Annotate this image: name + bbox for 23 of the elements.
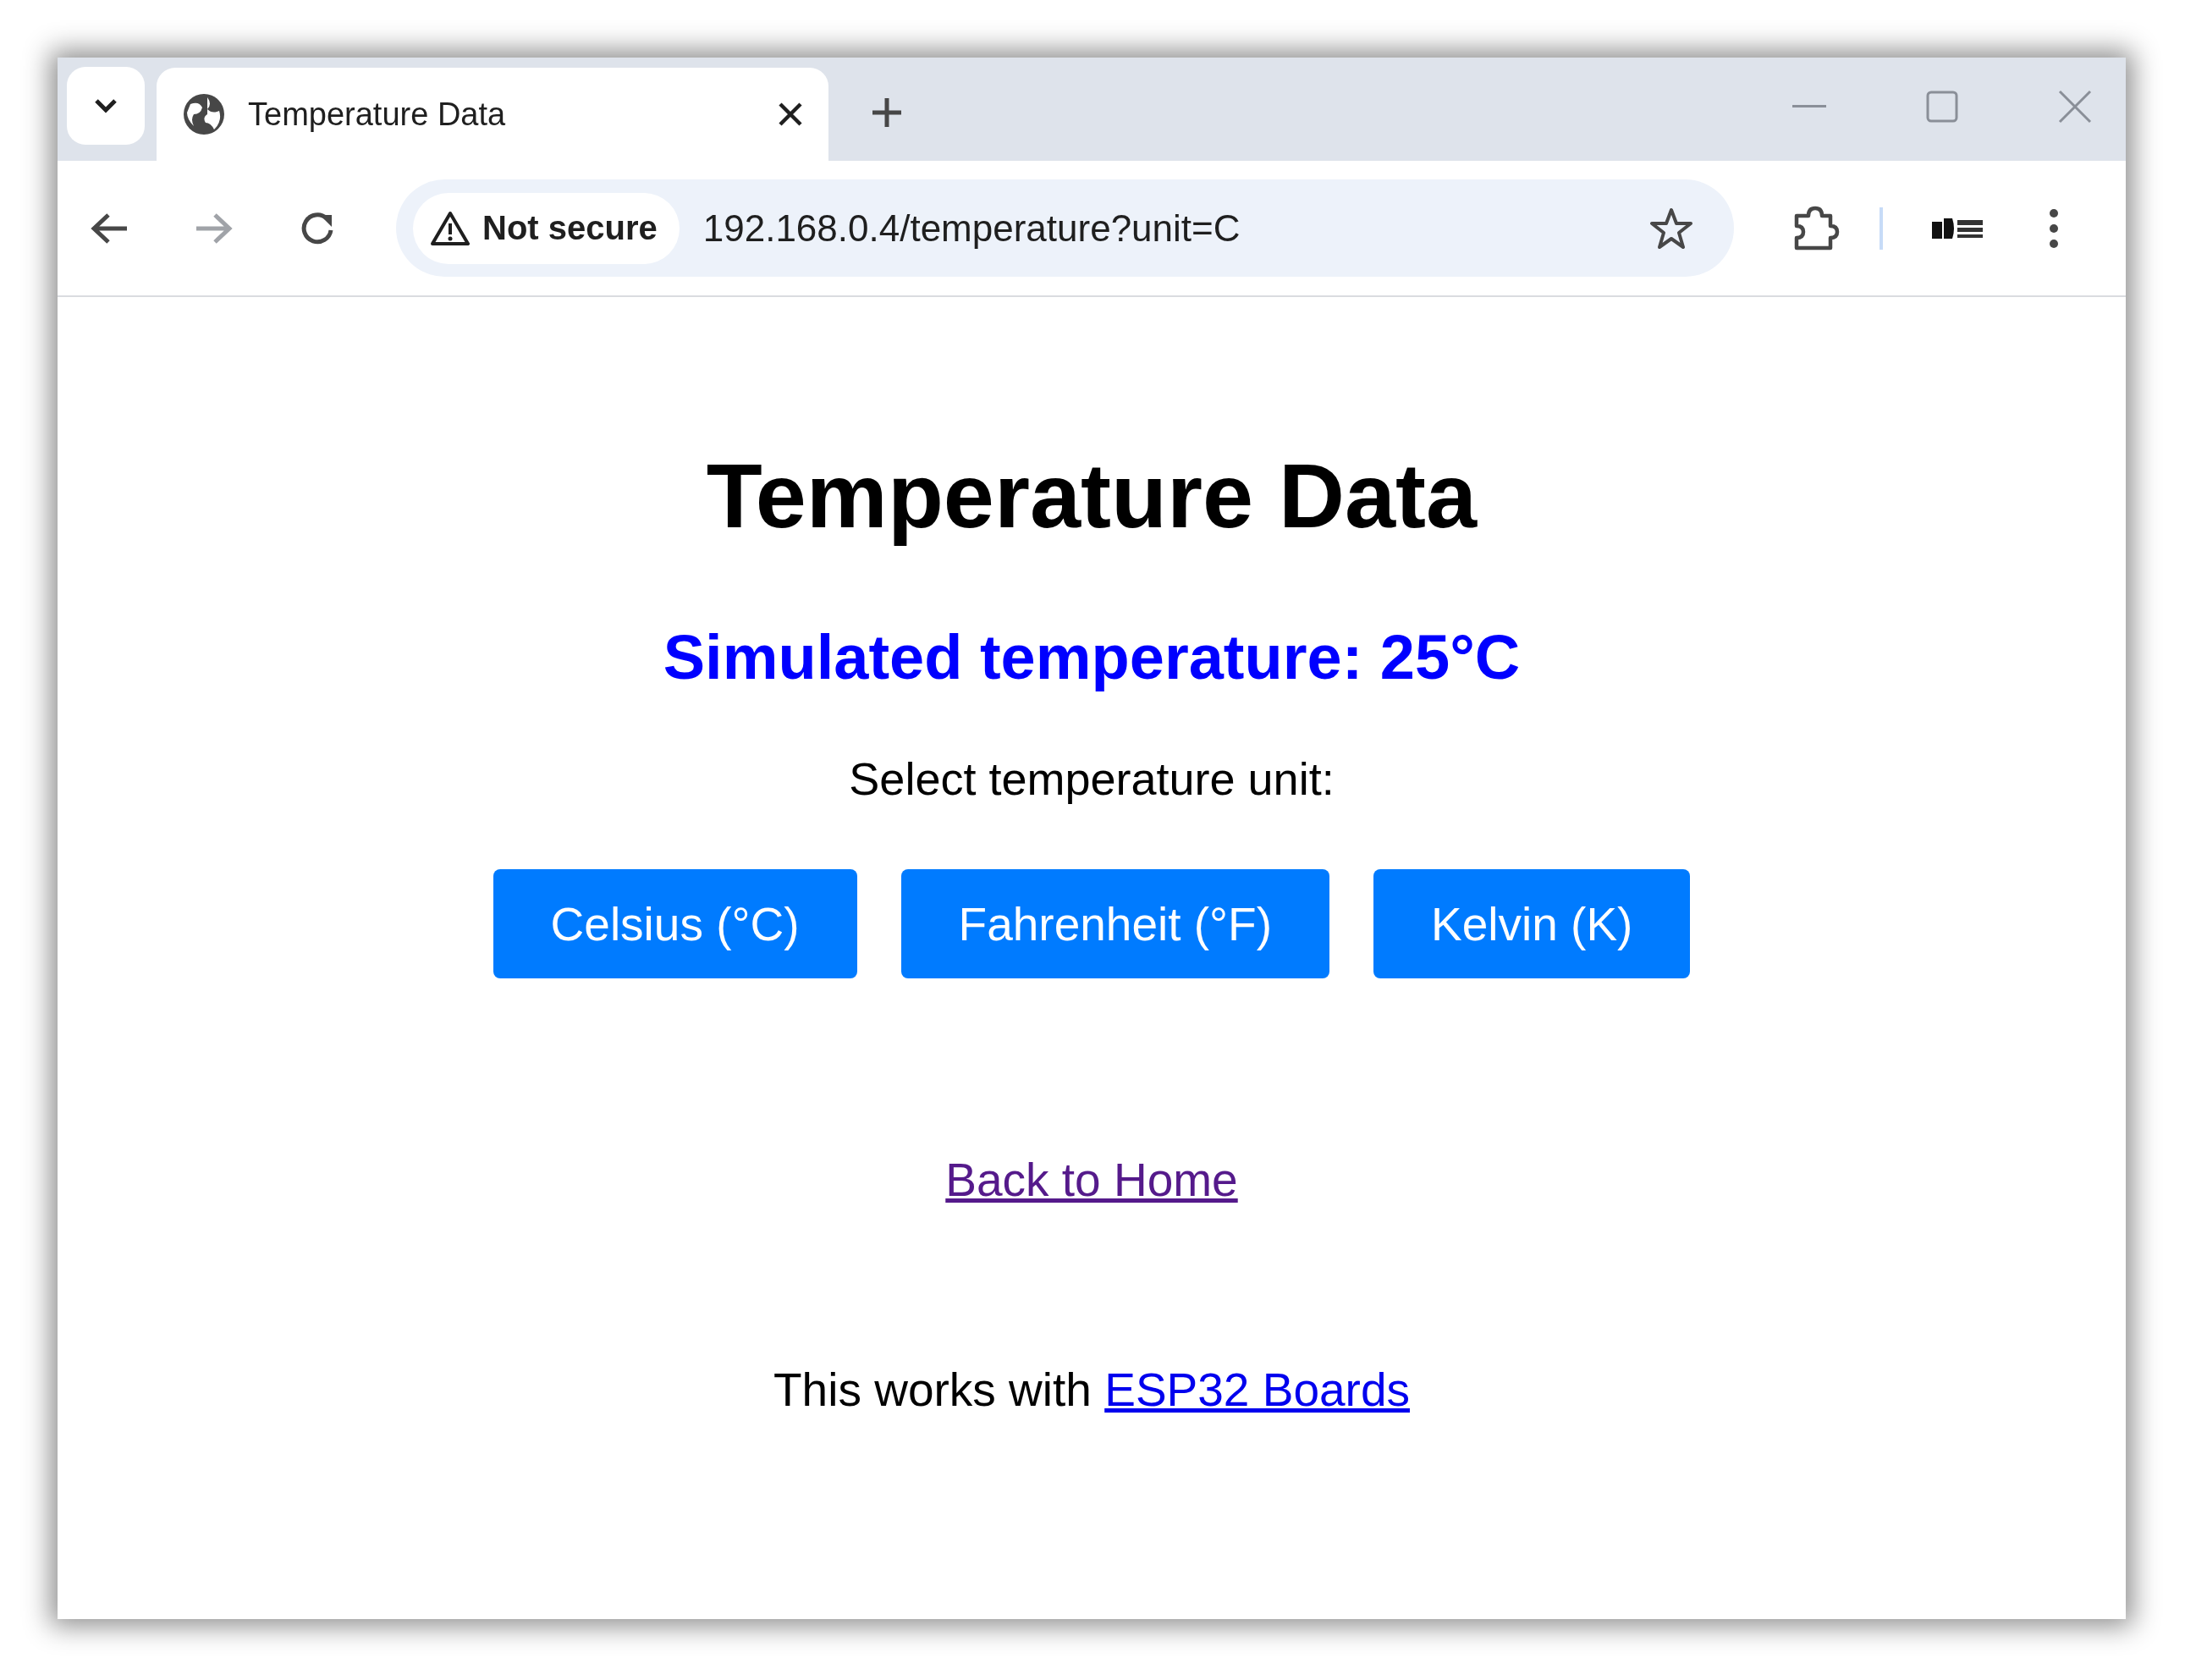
caret-icon bbox=[93, 97, 118, 114]
boards-link[interactable]: ESP32 Boards bbox=[1104, 1363, 1410, 1417]
unit-button[interactable]: Fahrenheit (°F) bbox=[900, 869, 1329, 979]
security-chip[interactable]: Not secure bbox=[413, 192, 680, 264]
tab-title: Temperature Data bbox=[248, 96, 507, 133]
warning-icon bbox=[430, 210, 471, 246]
menu-icon[interactable] bbox=[2049, 207, 2059, 249]
new-tab-icon[interactable] bbox=[871, 96, 903, 129]
browser-tab[interactable]: Temperature Data bbox=[157, 68, 828, 161]
unit-prompt: Select temperature unit: bbox=[849, 752, 1335, 806]
unit-button[interactable]: Celsius (°C) bbox=[493, 869, 857, 979]
unit-button[interactable]: Kelvin (K) bbox=[1373, 869, 1691, 979]
star-icon[interactable] bbox=[1649, 207, 1693, 250]
footer-text: This works with ESP32 Boards bbox=[773, 1363, 1410, 1418]
close-tab-icon[interactable] bbox=[778, 102, 803, 127]
back-link[interactable]: Back to Home bbox=[945, 1153, 1238, 1208]
address-bar[interactable]: Not secure 192.168.0.4/temperature?unit=C bbox=[396, 179, 1734, 277]
globe-icon bbox=[182, 92, 226, 136]
puzzle-icon[interactable] bbox=[1793, 205, 1841, 251]
url-text: 192.168.0.4/temperature?unit=C bbox=[702, 207, 1241, 250]
page-title: Temperature Data bbox=[706, 443, 1478, 548]
back-arrow-icon[interactable] bbox=[90, 211, 129, 245]
temperature-reading: Simulated temperature: 25°C bbox=[663, 620, 1521, 694]
